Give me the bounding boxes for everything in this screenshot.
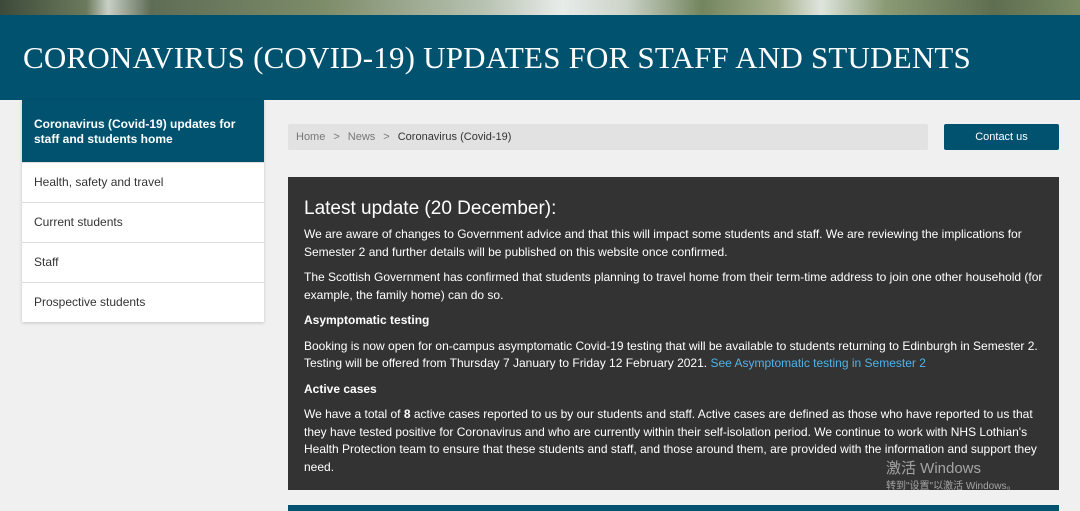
sidebar-item-prospective-students[interactable]: Prospective students <box>22 282 264 322</box>
latest-update-panel: Latest update (20 December): We are awar… <box>288 177 1059 490</box>
breadcrumb-news-link[interactable]: News <box>348 131 376 143</box>
testing-heading: Asymptomatic testing <box>304 313 430 327</box>
testing-link[interactable]: See Asymptomatic testing in Semester 2 <box>710 356 925 370</box>
sidebar-item-health-safety-travel[interactable]: Health, safety and travel <box>22 162 264 202</box>
breadcrumb-current: Coronavirus (Covid-19) <box>397 131 512 143</box>
testing-text: Booking is now open for on-campus asympt… <box>304 338 1038 371</box>
page-title: CORONAVIRUS (COVID-19) UPDATES FOR STAFF… <box>23 40 972 75</box>
watermark-line-1: 激活 Windows <box>886 460 982 477</box>
sidebar-item-current-students[interactable]: Current students <box>22 202 264 242</box>
sidebar-item-home[interactable]: Coronavirus (Covid-19) updates for staff… <box>22 100 264 162</box>
contact-us-button[interactable]: Contact us <box>944 124 1059 150</box>
breadcrumb: Home > News > Coronavirus (Covid-19) <box>288 124 928 150</box>
active-cases-count: 8 <box>403 407 411 421</box>
next-section-bar <box>288 505 1059 511</box>
watermark-line-2: 转到"设置"以激活 Windows。 <box>886 481 1017 492</box>
update-heading: Latest update (20 December): <box>304 198 557 219</box>
update-paragraph-2: The Scottish Government has confirmed th… <box>304 270 1043 302</box>
active-cases-text-before: We have a total of <box>304 407 404 421</box>
update-paragraph-1: We are aware of changes to Government ad… <box>304 227 1022 259</box>
breadcrumb-home-link[interactable]: Home <box>296 131 325 143</box>
breadcrumb-separator: > <box>383 131 390 143</box>
page-banner: CORONAVIRUS (COVID-19) UPDATES FOR STAFF… <box>0 15 1080 100</box>
active-cases-heading: Active cases <box>304 381 377 396</box>
breadcrumb-separator: > <box>333 131 340 143</box>
header-photo-strip <box>0 0 1080 15</box>
sidebar-nav: Coronavirus (Covid-19) updates for staff… <box>22 100 264 322</box>
testing-paragraph: Booking is now open for on-campus asympt… <box>304 338 1043 373</box>
sidebar-item-staff[interactable]: Staff <box>22 242 264 282</box>
windows-activation-watermark: 激活 Windows 转到"设置"以激活 Windows。 <box>886 460 1016 494</box>
